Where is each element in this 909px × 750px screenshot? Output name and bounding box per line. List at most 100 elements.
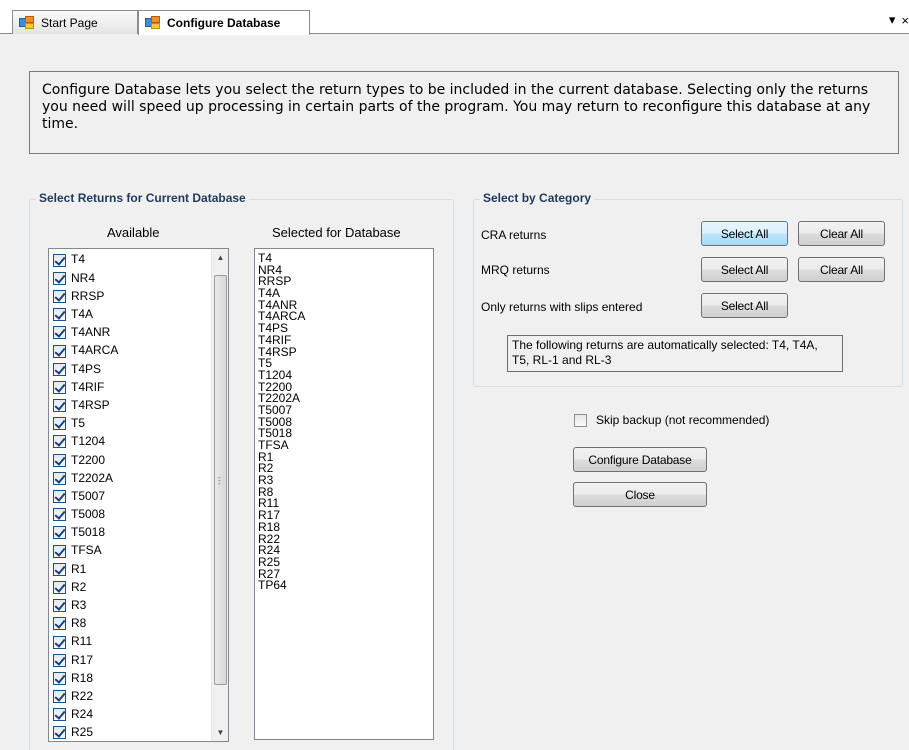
checkbox-checked-icon[interactable] xyxy=(53,435,66,449)
list-item[interactable]: RRSP xyxy=(258,276,433,288)
cra-clear-all-button[interactable]: Clear All xyxy=(798,221,885,246)
list-item[interactable]: TP64 xyxy=(258,579,433,592)
cra-select-all-button[interactable]: Select All xyxy=(701,221,788,246)
configure-database-button[interactable]: Configure Database xyxy=(573,447,707,472)
checkbox-checked-icon[interactable] xyxy=(53,253,66,267)
slips-select-all-button[interactable]: Select All xyxy=(701,293,788,318)
checkbox-checked-icon[interactable] xyxy=(53,344,66,358)
list-item[interactable]: R22 xyxy=(258,533,433,546)
checkbox-checked-icon[interactable] xyxy=(53,617,66,631)
available-list-scrollbar[interactable]: ▲ --- ▼ xyxy=(211,249,228,741)
checkbox-checked-icon[interactable] xyxy=(53,380,66,394)
checkbox-checked-icon[interactable] xyxy=(53,289,66,303)
scrollbar-thumb[interactable]: --- xyxy=(214,275,227,685)
list-item[interactable]: R8 xyxy=(258,486,433,499)
checkbox-checked-icon[interactable] xyxy=(53,653,66,667)
checkbox-checked-icon[interactable] xyxy=(53,399,66,413)
list-item[interactable]: T5 xyxy=(49,415,228,433)
scroll-up-arrow-icon[interactable]: ▲ xyxy=(212,249,228,266)
list-item[interactable]: R18 xyxy=(258,521,433,534)
list-item[interactable]: R24 xyxy=(258,544,433,557)
mrq-select-all-button[interactable]: Select All xyxy=(701,257,788,282)
checkbox-checked-icon[interactable] xyxy=(53,671,66,685)
list-item-label: T4A xyxy=(71,307,94,321)
tab-start-page[interactable]: Start Page xyxy=(12,10,138,34)
list-item[interactable]: RRSP xyxy=(49,287,228,305)
close-icon[interactable]: × xyxy=(901,13,909,28)
list-item[interactable]: R2 xyxy=(49,578,228,596)
cra-returns-label: CRA returns xyxy=(481,228,547,242)
checkbox-checked-icon[interactable] xyxy=(53,599,66,613)
app-icon xyxy=(145,16,161,30)
checkbox-checked-icon[interactable] xyxy=(53,544,66,558)
checkbox-checked-icon[interactable] xyxy=(53,726,66,740)
skip-backup-checkbox[interactable]: Skip backup (not recommended) xyxy=(574,413,769,427)
checkbox-checked-icon[interactable] xyxy=(53,362,66,376)
list-item[interactable]: T4ARCA xyxy=(49,342,228,360)
checkbox-checked-icon[interactable] xyxy=(53,326,66,340)
checkbox-checked-icon[interactable] xyxy=(53,690,66,704)
list-item[interactable]: R11 xyxy=(258,498,433,510)
list-item[interactable]: TFSA xyxy=(258,439,433,452)
list-item[interactable]: T4RSP xyxy=(49,397,228,415)
scroll-down-arrow-icon[interactable]: ▼ xyxy=(212,724,228,741)
list-item[interactable]: T4 xyxy=(49,251,228,269)
checkbox-icon[interactable] xyxy=(574,413,587,427)
list-item[interactable]: T5008 xyxy=(49,506,228,524)
checkbox-checked-icon[interactable] xyxy=(53,580,66,594)
checkbox-checked-icon[interactable] xyxy=(53,508,66,522)
tab-configure-database[interactable]: Configure Database xyxy=(138,10,310,35)
list-item[interactable]: T4RIF xyxy=(49,378,228,396)
checkbox-checked-icon[interactable] xyxy=(53,635,66,649)
selected-returns-list[interactable]: T4 NR4 RRSP T4A T4ANR T4ARCA T4PS T4RIF T4RSP T5 T… xyxy=(254,248,434,740)
list-item[interactable]: R1 xyxy=(49,560,228,578)
list-item[interactable]: TFSA xyxy=(49,542,228,560)
list-item[interactable]: R11 xyxy=(49,633,228,651)
list-item[interactable]: T4PS xyxy=(49,360,228,378)
list-item-label: T4RSP xyxy=(71,397,110,412)
auto-selected-text: The following returns are automatically … xyxy=(512,338,818,367)
list-item-label: T5018 xyxy=(71,525,106,540)
list-item[interactable]: T4ANR xyxy=(49,324,228,342)
list-item[interactable]: NR4 xyxy=(49,269,228,287)
available-label: Available xyxy=(107,225,160,240)
list-item[interactable]: R3 xyxy=(49,597,228,615)
list-item[interactable]: R17 xyxy=(49,651,228,669)
checkbox-checked-icon[interactable] xyxy=(53,453,66,467)
list-item[interactable]: T2200 xyxy=(49,451,228,469)
description-text: Configure Database lets you select the r… xyxy=(42,82,871,132)
list-item[interactable]: T1204 xyxy=(49,433,228,451)
checkbox-checked-icon[interactable] xyxy=(53,490,66,504)
checkbox-checked-icon[interactable] xyxy=(53,708,66,722)
checkbox-checked-icon[interactable] xyxy=(53,526,66,540)
list-item[interactable]: T4A xyxy=(49,306,228,324)
list-item[interactable]: R25 xyxy=(49,724,228,741)
list-item[interactable]: R3 xyxy=(258,474,433,487)
checkbox-checked-icon[interactable] xyxy=(53,308,66,322)
list-item[interactable]: T5018 xyxy=(49,524,228,542)
list-item[interactable]: R25 xyxy=(258,556,433,569)
list-item-label: R2 xyxy=(71,579,87,594)
list-item[interactable]: R22 xyxy=(49,688,228,706)
list-item[interactable]: R1 xyxy=(258,451,433,464)
checkbox-checked-icon[interactable] xyxy=(53,271,66,285)
checkbox-checked-icon[interactable] xyxy=(53,562,66,576)
available-returns-list[interactable]: T4 NR4 RRSP T4A T4ANR T4ARCA T4PS T4RIF T4RSP T5 T… xyxy=(48,248,229,742)
list-item[interactable]: R2 xyxy=(258,463,433,475)
list-item-label: R25 xyxy=(71,725,94,740)
list-item[interactable]: R24 xyxy=(49,706,228,724)
close-button[interactable]: Close xyxy=(573,482,707,507)
list-item[interactable]: T2202A xyxy=(49,469,228,487)
list-item[interactable]: T4RSP xyxy=(258,346,433,359)
list-item-label: R24 xyxy=(71,707,94,722)
list-item[interactable]: T4 xyxy=(258,252,433,265)
chevron-down-icon[interactable]: ▾ xyxy=(889,12,896,28)
checkbox-checked-icon[interactable] xyxy=(53,417,66,431)
checkbox-checked-icon[interactable] xyxy=(53,471,66,485)
mrq-clear-all-button[interactable]: Clear All xyxy=(798,257,885,282)
list-item[interactable]: R18 xyxy=(49,669,228,687)
document-tab-strip: Start Page Configure Database ▾ × xyxy=(0,0,909,35)
list-item[interactable]: T5007 xyxy=(49,487,228,505)
list-item[interactable]: R8 xyxy=(49,615,228,633)
list-item[interactable]: R17 xyxy=(258,509,433,522)
